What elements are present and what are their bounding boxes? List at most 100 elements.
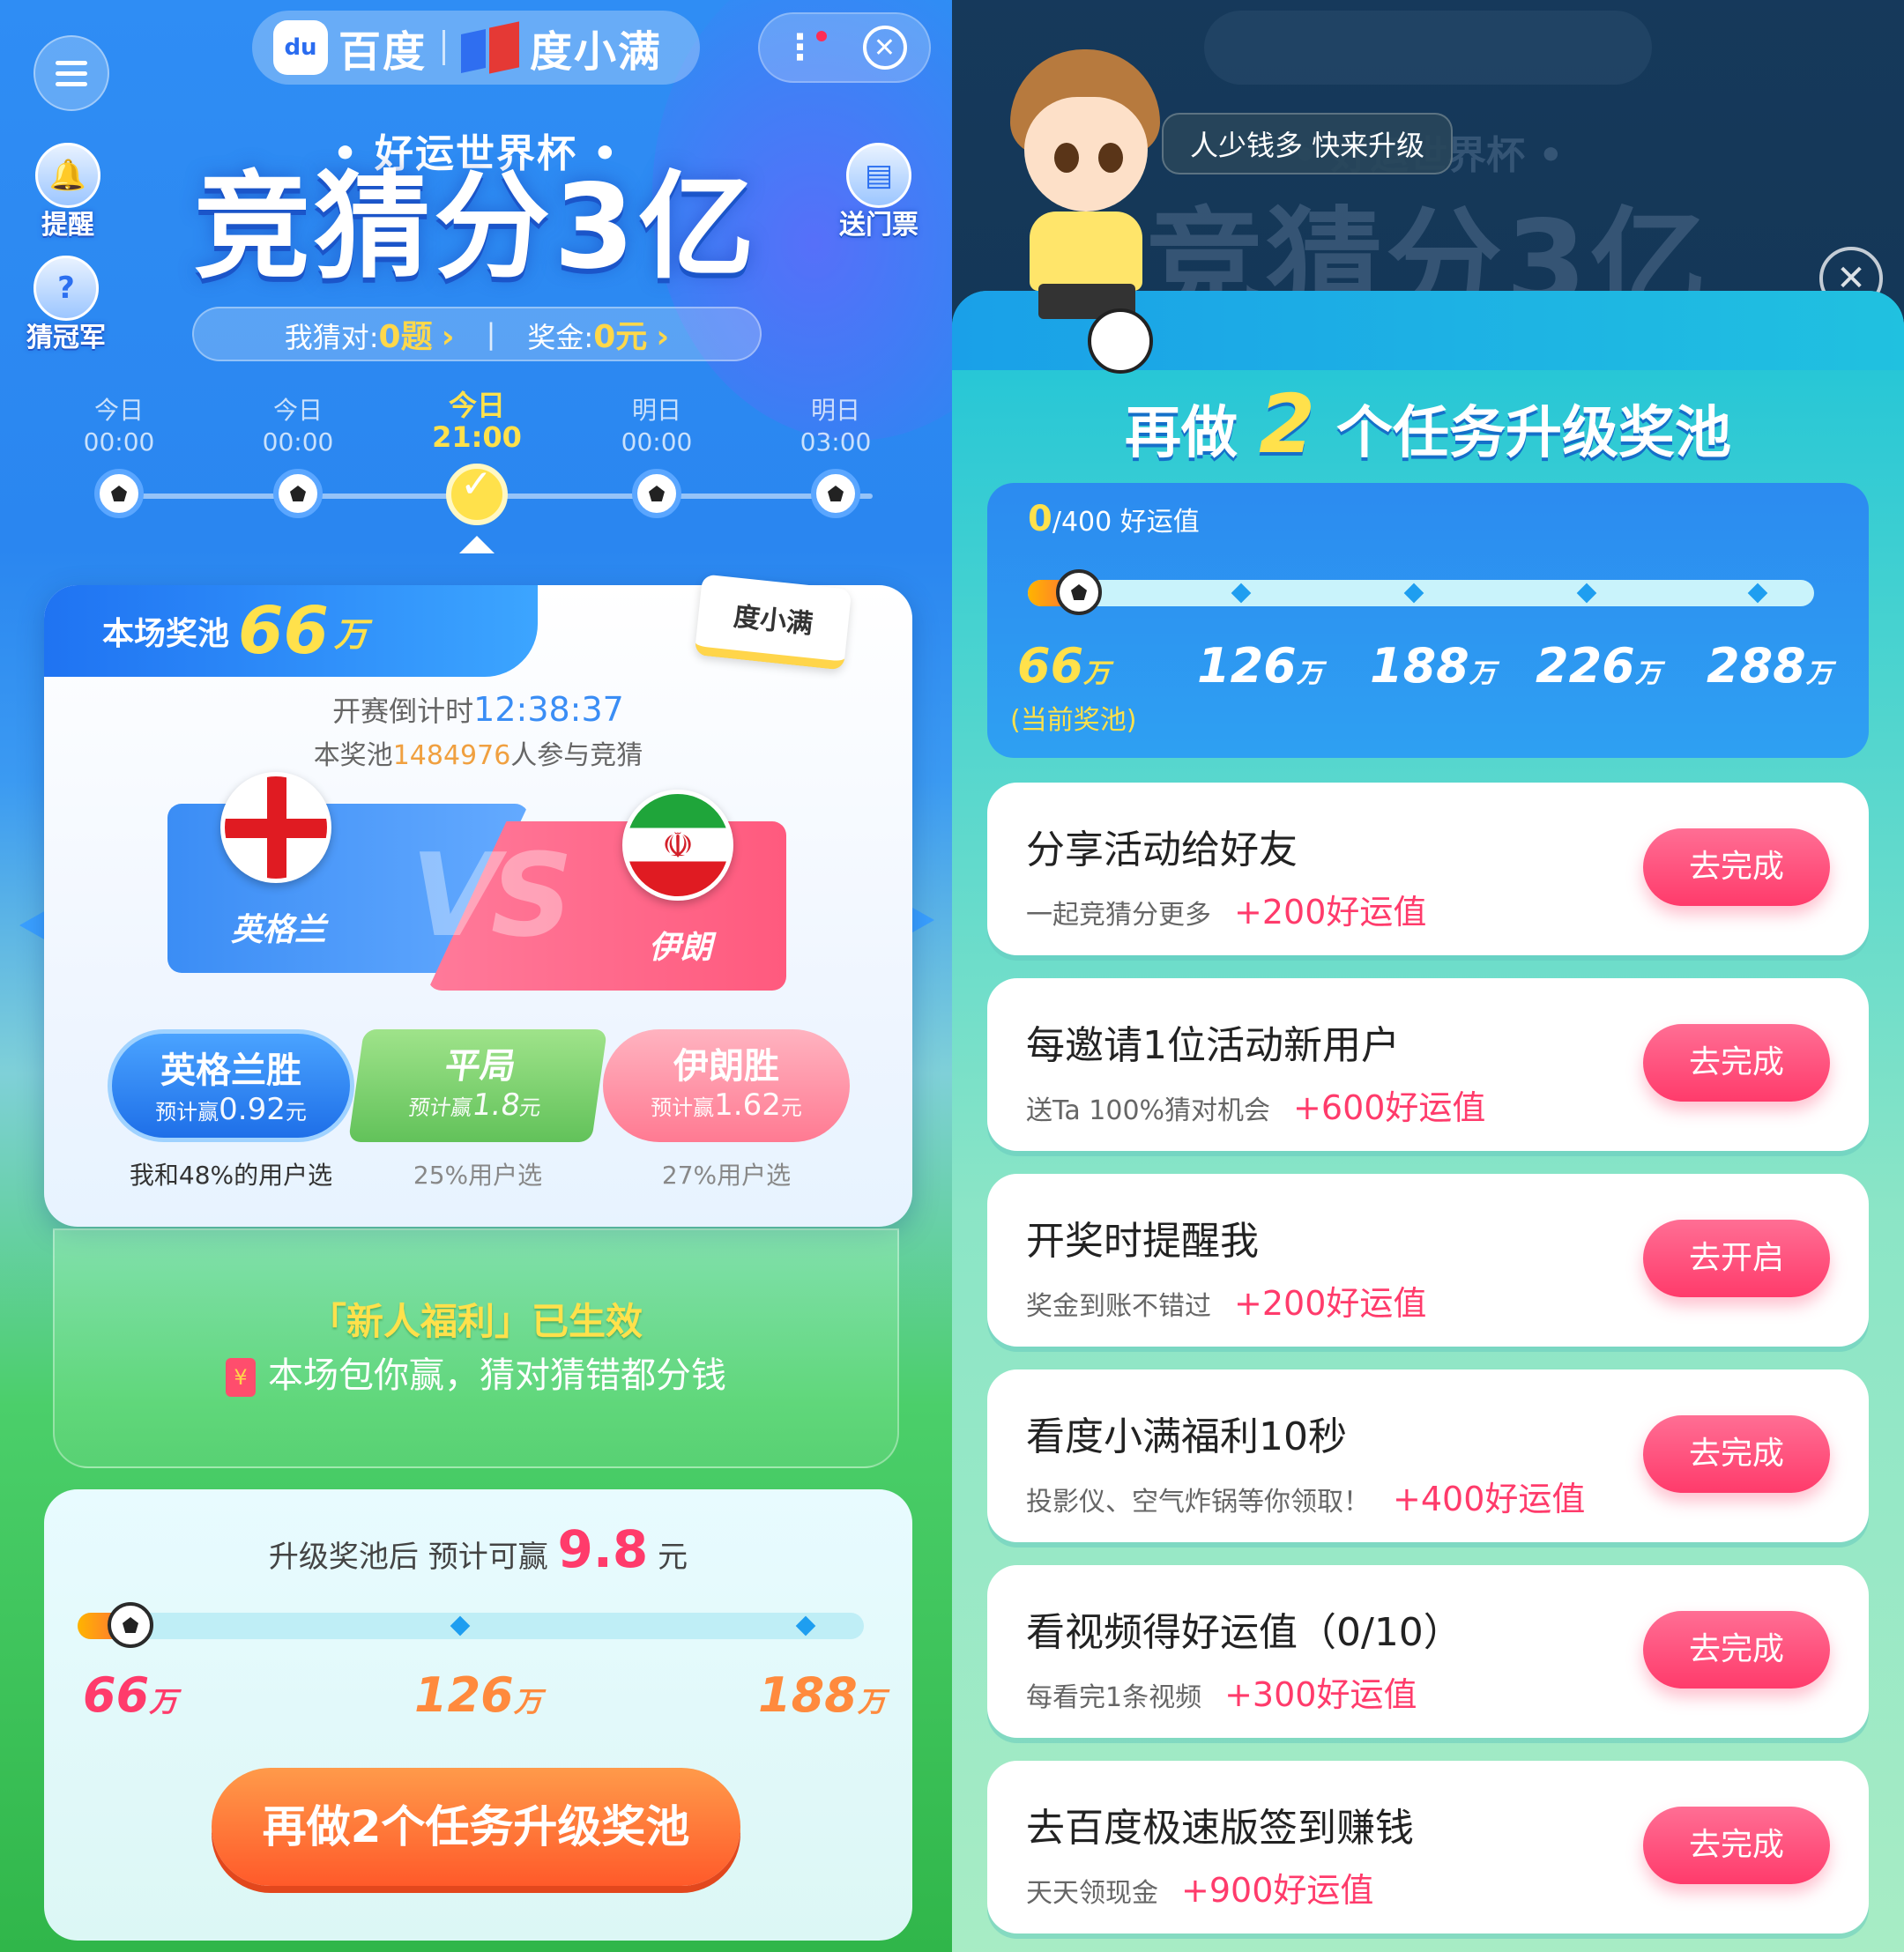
participants-suffix: 人参与竞猜 <box>510 740 643 771</box>
task-desc: 每看完1条视频 +300好运值 <box>1026 1675 1417 1714</box>
mascot-boy-illustration <box>984 44 1186 374</box>
away-win-share: 27%用户选 <box>661 1161 792 1190</box>
participants-line: 本奖池1484976人参与竞猜 <box>44 733 912 772</box>
bet-home-win-button[interactable]: 英格兰胜 预计赢0.92元 <box>108 1029 354 1142</box>
dimmed-brand-bar <box>1204 11 1652 85</box>
my-stats-bar: 我猜对:0题 › | 奖金:0元 › <box>192 307 762 361</box>
luck-current: 0 <box>1028 499 1052 539</box>
hamburger-menu-button[interactable] <box>33 35 109 111</box>
newbie-benefit-title: 「新人福利」已生效 <box>309 1300 643 1343</box>
task-action-button[interactable]: 去完成 <box>1643 828 1830 906</box>
pool-value: 66 <box>238 593 329 669</box>
slot-time: 03:00 <box>800 427 872 456</box>
more-menu-icon[interactable]: ⋮ <box>783 27 827 68</box>
red-envelope-icon: ¥ <box>226 1358 256 1397</box>
task-title: 每邀请1位活动新用户 <box>1026 1023 1400 1068</box>
timeline-slot-active[interactable]: 今日 21:00 <box>415 390 539 525</box>
chevron-right-icon: › <box>441 319 455 355</box>
sponsor-name: 度小满 <box>732 601 814 641</box>
sheet-title-suffix: 个任务升级奖池 <box>1336 401 1731 466</box>
prize-value: 0元 <box>593 319 648 355</box>
guess-main-panel: du 百度 度小满 ⋮ ✕ 🔔 提醒 ? 猜冠军 ▤ 送门票 • 好运世界杯 •… <box>0 0 952 1952</box>
close-icon[interactable]: ✕ <box>862 26 907 70</box>
mascot-speech-bubble: 人少钱多 快来升级 <box>1162 113 1454 174</box>
countdown-label: 开赛倒计时 <box>332 694 474 728</box>
timeline-slot[interactable]: 今日 00:00 <box>57 395 181 518</box>
task-action-button[interactable]: 去完成 <box>1643 1415 1830 1493</box>
countdown-value: 12:38:37 <box>473 690 624 729</box>
duxiaoman-logo-icon <box>461 21 520 74</box>
slot-time: 00:00 <box>621 427 693 456</box>
iran-flag-icon: ☫ <box>622 790 733 901</box>
upgrade-amount: 9.8 <box>557 1519 649 1579</box>
duxiaoman-brand: 度小满 <box>530 27 663 77</box>
task-action-button[interactable]: 去完成 <box>1643 1807 1830 1884</box>
guessed-value: 0题 <box>378 319 433 355</box>
participants-prefix: 本奖池 <box>313 740 393 771</box>
sheet-title-prefix: 再做 <box>1124 401 1238 466</box>
event-headline: 竞猜分3亿 <box>194 160 758 295</box>
pool-tab: 本场奖池 66 万 <box>44 585 538 677</box>
soccer-ball-icon <box>811 469 860 518</box>
soccer-ball-icon <box>632 469 681 518</box>
task-item: 每邀请1位活动新用户 送Ta 100%猜对机会 +600好运值 去完成 <box>987 978 1869 1151</box>
task-item: 看度小满福利10秒 投影仪、空气炸锅等你领取！ +400好运值 去完成 <box>987 1369 1869 1542</box>
upgrade-pool-button[interactable]: 再做2个任务升级奖池 <box>212 1768 740 1886</box>
bet-estimate: 预计赢1.62元 <box>651 1087 802 1123</box>
brand-divider <box>443 30 446 65</box>
upgrade-prefix: 升级奖池后 预计可赢 <box>268 1540 548 1575</box>
soccer-ball-icon <box>108 1602 153 1648</box>
bet-estimate: 预计赢0.92元 <box>155 1092 307 1127</box>
task-desc: 送Ta 100%猜对机会 +600好运值 <box>1026 1088 1486 1127</box>
sheet-title: 再做 2 个任务升级奖池 <box>952 377 1904 471</box>
milestone-current: 66万 <box>83 1667 178 1723</box>
task-desc: 奖金到账不错过 +200好运值 <box>1026 1284 1427 1323</box>
milestone-next: 126万 <box>414 1667 542 1723</box>
luck-total: /400 好运值 <box>1052 507 1200 538</box>
stats-divider: | <box>486 317 496 351</box>
slot-time: 00:00 <box>83 427 155 456</box>
slot-day: 今日 <box>448 389 505 422</box>
task-item: 分享活动给好友 一起竞猜分更多 +200好运值 去完成 <box>987 783 1869 955</box>
slot-day: 今日 <box>93 396 144 425</box>
guessed-label: 我猜对: <box>284 321 379 354</box>
task-title: 看度小满福利10秒 <box>1026 1414 1347 1459</box>
bet-label: 伊朗胜 <box>673 1046 779 1087</box>
active-slot-caret-icon <box>459 536 495 553</box>
chevron-right-icon: › <box>656 319 670 355</box>
task-title: 看视频得好运值（0/10） <box>1026 1610 1462 1655</box>
current-pool-note: (当前奖池) <box>1010 705 1137 736</box>
timeline-slot[interactable]: 明日 00:00 <box>595 395 718 518</box>
pool-milestone: 66万 <box>1017 638 1111 694</box>
draw-share: 25%用户选 <box>413 1161 543 1190</box>
task-desc: 一起竞猜分更多 +200好运值 <box>1026 893 1427 931</box>
task-action-button[interactable]: 去开启 <box>1643 1220 1830 1297</box>
away-team-name: 伊朗 <box>649 930 713 966</box>
soccer-ball-icon <box>273 469 323 518</box>
soccer-ball-icon <box>1056 569 1102 615</box>
timeline-slot[interactable]: 明日 03:00 <box>774 395 897 518</box>
pool-milestone: 126万 <box>1197 638 1323 694</box>
baidu-brand: 百度 <box>338 27 428 77</box>
task-desc: 投影仪、空气炸锅等你领取！ +400好运值 <box>1026 1480 1586 1518</box>
bet-draw-button[interactable]: 平局 预计赢1.8元 <box>348 1029 607 1142</box>
baidu-paw-icon: du <box>273 20 328 75</box>
timeline-slot[interactable]: 今日 00:00 <box>236 395 360 518</box>
england-flag-icon <box>220 772 331 883</box>
task-title: 分享活动给好友 <box>1026 828 1298 872</box>
slot-time: 21:00 <box>432 420 522 454</box>
pool-label: 本场奖池 <box>102 616 230 652</box>
task-action-button[interactable]: 去完成 <box>1643 1024 1830 1102</box>
task-item: 开奖时提醒我 奖金到账不错过 +200好运值 去开启 <box>987 1174 1869 1347</box>
checkmark-icon <box>446 464 508 525</box>
match-timeline: 今日 00:00 今日 00:00 今日 21:00 明日 00:00 明日 0… <box>0 390 952 553</box>
slot-time: 00:00 <box>262 427 334 456</box>
bet-away-win-button[interactable]: 伊朗胜 预计赢1.62元 <box>603 1029 850 1142</box>
guessed-correct-stat[interactable]: 我猜对:0题 › <box>285 311 455 357</box>
luck-progress-label: 0/400 好运值 <box>1028 499 1200 539</box>
bet-label: 英格兰胜 <box>160 1050 301 1091</box>
newbie-benefit-text: 本场包你赢，猜对猜错都分钱 <box>268 1355 726 1396</box>
prize-stat[interactable]: 奖金:0元 › <box>527 311 669 357</box>
task-action-button[interactable]: 去完成 <box>1643 1611 1830 1689</box>
guess-champion-label: 猜冠军 <box>26 323 106 353</box>
